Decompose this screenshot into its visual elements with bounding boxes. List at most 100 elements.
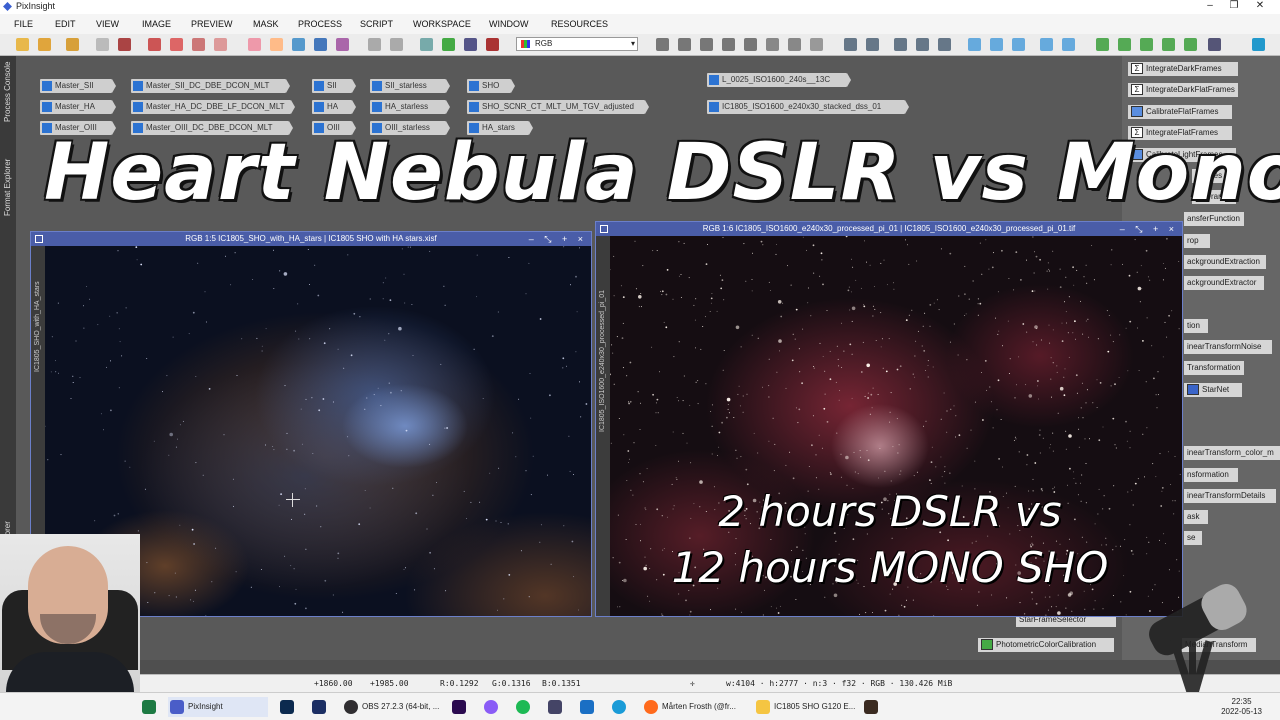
taskbar-photoshop[interactable] bbox=[310, 697, 330, 717]
mask-icon[interactable] bbox=[314, 38, 327, 51]
image-icon-light-frame[interactable]: L_0025_ISO1600_240s__13C bbox=[707, 73, 851, 87]
process-icon[interactable] bbox=[1096, 38, 1109, 51]
iconize-all-icon[interactable] bbox=[1062, 38, 1075, 51]
process-icon-mask[interactable]: ask bbox=[1184, 510, 1208, 524]
explorer-icon[interactable] bbox=[1118, 38, 1131, 51]
tile-icon[interactable] bbox=[968, 38, 981, 51]
open-icon[interactable] bbox=[38, 38, 51, 51]
taskbar-excel[interactable] bbox=[140, 697, 160, 717]
process-icon-background-extraction[interactable]: ackgroundExtraction bbox=[1184, 255, 1266, 269]
image-icon-ha-starless[interactable]: HA_starless bbox=[370, 100, 450, 114]
menu-edit[interactable]: EDIT bbox=[55, 19, 76, 29]
zoom-fit-window-icon[interactable] bbox=[938, 38, 951, 51]
color-toggle-icon[interactable] bbox=[486, 38, 499, 51]
window-menu-icon[interactable] bbox=[600, 225, 608, 233]
pan-icon[interactable] bbox=[656, 38, 669, 51]
taskbar-lock[interactable] bbox=[546, 697, 566, 717]
process-icon-nsformation[interactable]: nsformation bbox=[1184, 468, 1238, 482]
screen-transfer-icon[interactable] bbox=[464, 38, 477, 51]
taskbar-pixinsight[interactable]: PixInsight bbox=[168, 697, 268, 717]
copy-icon[interactable] bbox=[270, 38, 283, 51]
taskbar-explorer[interactable]: IC1805 SHO G120 E... bbox=[754, 697, 855, 717]
restore-icon[interactable]: ❐ bbox=[1222, 0, 1246, 11]
image-window-sho-title[interactable]: RGB 1:5 IC1805_SHO_with_HA_stars | IC180… bbox=[31, 232, 591, 246]
pointer-icon[interactable] bbox=[810, 38, 823, 51]
image-icon-sho[interactable]: SHO bbox=[467, 79, 515, 93]
process-icon-integrate-dark-frames[interactable]: Σ IntegrateDarkFrames bbox=[1128, 62, 1238, 76]
statistics-icon[interactable] bbox=[1162, 38, 1175, 51]
image-icon-sii[interactable]: SII bbox=[312, 79, 356, 93]
system-clock[interactable]: 22:35 2022-05-13 bbox=[1221, 697, 1262, 717]
zoom-2-1-icon[interactable] bbox=[916, 38, 929, 51]
zoom-in-icon[interactable] bbox=[844, 38, 857, 51]
taskbar-firefox[interactable]: Mårten Frosth (@fr... bbox=[642, 697, 746, 717]
readout-icon[interactable] bbox=[744, 38, 757, 51]
process-icon-linear-transform-noise[interactable]: inearTransformNoise bbox=[1184, 340, 1272, 354]
taskbar-obs[interactable]: OBS 27.2.3 (64-bit, ... bbox=[342, 697, 442, 717]
taskbar-spotify[interactable] bbox=[514, 697, 534, 717]
arrange-icon[interactable] bbox=[1012, 38, 1025, 51]
image-icon-dss-stack[interactable]: IC1805_ISO1600_e240x30_stacked_dss_01 bbox=[707, 100, 909, 114]
menu-mask[interactable]: MASK bbox=[253, 19, 279, 29]
process-icon-crop[interactable]: rop bbox=[1184, 234, 1210, 248]
window-buttons[interactable]: – ⤡ + × bbox=[1120, 222, 1178, 236]
image-icon-master-ha[interactable]: Master_HA bbox=[40, 100, 116, 114]
open-project-icon[interactable] bbox=[66, 38, 79, 51]
tab-process-console[interactable]: Process Console bbox=[3, 62, 12, 122]
image-icon-sho-adjusted[interactable]: SHO_SCNR_CT_MLT_UM_TGV_adjusted bbox=[467, 100, 649, 114]
new-icon[interactable] bbox=[16, 38, 29, 51]
taskbar-lightroom[interactable] bbox=[278, 697, 298, 717]
process-icon-photometric-color-calibration[interactable]: PhotometricColorCalibration bbox=[978, 638, 1114, 652]
taskbar-app[interactable] bbox=[862, 697, 882, 717]
process-icon-tion[interactable]: tion bbox=[1184, 319, 1208, 333]
menu-workspace[interactable]: WORKSPACE bbox=[413, 19, 471, 29]
process-icon-calibrate-flat-frames[interactable]: CalibrateFlatFrames bbox=[1128, 105, 1232, 119]
history-icon[interactable] bbox=[1140, 38, 1153, 51]
maximize-all-icon[interactable] bbox=[1040, 38, 1053, 51]
undo-history-icon[interactable] bbox=[248, 38, 261, 51]
edit-preview-icon[interactable] bbox=[788, 38, 801, 51]
image-icon-master-sii[interactable]: Master_SII bbox=[40, 79, 116, 93]
menu-view[interactable]: VIEW bbox=[96, 19, 119, 29]
cascade-icon[interactable] bbox=[990, 38, 1003, 51]
tab-format-explorer[interactable]: Format Explorer bbox=[3, 159, 12, 216]
zoom-fit-icon[interactable] bbox=[678, 38, 691, 51]
process-icon-transformation[interactable]: Transformation bbox=[1184, 361, 1244, 375]
image-icon-sii-starless[interactable]: SII_starless bbox=[370, 79, 450, 93]
close-icon[interactable]: ✕ bbox=[1248, 0, 1272, 11]
menu-image[interactable]: IMAGE bbox=[142, 19, 171, 29]
image-window-dslr-title[interactable]: RGB 1:6 IC1805_ISO1600_e240x30_processed… bbox=[596, 222, 1182, 236]
select-icon[interactable] bbox=[766, 38, 779, 51]
redo-icon[interactable] bbox=[390, 38, 403, 51]
undo-icon[interactable] bbox=[368, 38, 381, 51]
workspace-icon[interactable] bbox=[1252, 38, 1265, 51]
menu-resources[interactable]: RESOURCES bbox=[551, 19, 608, 29]
stf-icon[interactable] bbox=[442, 38, 455, 51]
process-icon-linear-transform-details[interactable]: inearTransformDetails bbox=[1184, 489, 1276, 503]
zoom-box-icon[interactable] bbox=[700, 38, 713, 51]
rename-icon[interactable] bbox=[214, 38, 227, 51]
reset-icon[interactable] bbox=[420, 38, 433, 51]
menu-script[interactable]: SCRIPT bbox=[360, 19, 393, 29]
close-all-icon[interactable] bbox=[170, 38, 183, 51]
zoom-1-1-icon[interactable] bbox=[894, 38, 907, 51]
taskbar-messenger[interactable] bbox=[482, 697, 502, 717]
preview-icon[interactable] bbox=[336, 38, 349, 51]
menu-preview[interactable]: PREVIEW bbox=[191, 19, 233, 29]
process-icon-integrate-dark-flat-frames[interactable]: Σ IntegrateDarkFlatFrames bbox=[1128, 83, 1238, 97]
minimize-icon[interactable]: – bbox=[1198, 0, 1222, 11]
window-menu-icon[interactable] bbox=[35, 235, 43, 243]
paste-icon[interactable] bbox=[292, 38, 305, 51]
zoom-out-icon[interactable] bbox=[866, 38, 879, 51]
process-icon-starnet[interactable]: StarNet bbox=[1184, 383, 1242, 397]
image-icon-master-sii-processed[interactable]: Master_SII_DC_DBE_DCON_MLT bbox=[131, 79, 290, 93]
menu-file[interactable]: FILE bbox=[14, 19, 33, 29]
close-image-icon[interactable] bbox=[148, 38, 161, 51]
process-icon-background-extractor[interactable]: ackgroundExtractor bbox=[1184, 276, 1264, 290]
image-icon-master-ha-processed[interactable]: Master_HA_DC_DBE_LF_DCON_MLT bbox=[131, 100, 295, 114]
menu-window[interactable]: WINDOW bbox=[489, 19, 529, 29]
process-icon-se[interactable]: se bbox=[1184, 531, 1202, 545]
process-icon-linear-transform-color[interactable]: inearTransform_color_m bbox=[1184, 446, 1280, 460]
taskbar-photos[interactable] bbox=[578, 697, 598, 717]
move-icon[interactable] bbox=[722, 38, 735, 51]
